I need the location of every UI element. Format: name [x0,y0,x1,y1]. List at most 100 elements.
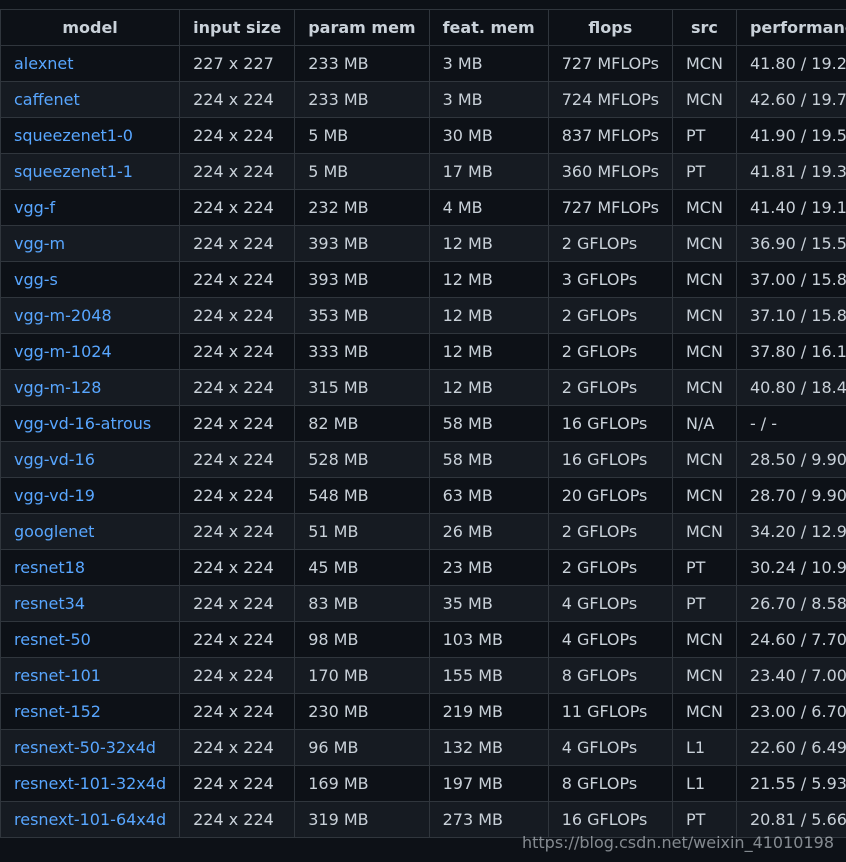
feat-mem-cell: 12 MB [428,261,549,298]
flops-cell: 2 GFLOPs [547,369,673,406]
flops-cell: 8 GFLOPs [547,765,673,802]
model-link[interactable]: resnet-101 [14,666,101,685]
performance-cell: 41.80 / 19.20 [735,45,846,82]
model-cell: vgg-s [0,261,181,298]
input-size-cell: 224 x 224 [179,405,296,442]
model-link[interactable]: vgg-m-128 [14,378,101,397]
table-row: caffenet 224 x 224 233 MB 3 MB 724 MFLOPs MCN… [0,81,846,118]
model-link[interactable]: resnext-101-64x4d [14,810,166,829]
model-cell: vgg-m [0,225,181,262]
model-link[interactable]: caffenet [14,90,80,109]
model-link[interactable]: vgg-vd-16-atrous [14,414,151,433]
feat-mem-cell: 3 MB [428,45,549,82]
performance-cell: - / - [735,405,846,442]
flops-cell: 2 GFLOPs [547,549,673,586]
flops-cell: 4 GFLOPs [547,585,673,622]
input-size-cell: 224 x 224 [179,369,296,406]
performance-cell: 26.70 / 8.58 [735,585,846,622]
watermark-text: https://blog.csdn.net/weixin_41010198 [521,833,834,852]
feat-mem-cell: 103 MB [428,621,549,658]
performance-cell: 30.24 / 10.92 [735,549,846,586]
param-mem-cell: 548 MB [294,477,430,514]
src-cell: MCN [671,621,737,658]
input-size-cell: 224 x 224 [179,225,296,262]
flops-cell: 837 MFLOPs [547,117,673,154]
model-cell: vgg-m-128 [0,369,181,406]
model-cell: resnext-101-32x4d [0,765,181,802]
model-link[interactable]: vgg-vd-19 [14,486,95,505]
input-size-cell: 224 x 224 [179,189,296,226]
flops-cell: 2 GFLOPs [547,225,673,262]
model-cell: vgg-vd-16 [0,441,181,478]
column-header-performance: performance [735,9,846,46]
src-cell: PT [671,549,737,586]
feat-mem-cell: 12 MB [428,297,549,334]
model-link[interactable]: googlenet [14,522,94,541]
src-cell: MCN [671,693,737,730]
input-size-cell: 224 x 224 [179,621,296,658]
model-link[interactable]: vgg-m-1024 [14,342,112,361]
flops-cell: 11 GFLOPs [547,693,673,730]
src-cell: L1 [671,729,737,766]
param-mem-cell: 5 MB [294,117,430,154]
model-link[interactable]: vgg-s [14,270,58,289]
model-link[interactable]: resnet34 [14,594,85,613]
table-row: squeezenet1-1 224 x 224 5 MB 17 MB 360 MFLOP… [0,153,846,190]
column-header-feat-mem: feat. mem [428,9,549,46]
column-header-param-mem: param mem [294,9,430,46]
feat-mem-cell: 219 MB [428,693,549,730]
model-cell: squeezenet1-0 [0,117,181,154]
model-link[interactable]: vgg-m-2048 [14,306,112,325]
src-cell: MCN [671,513,737,550]
feat-mem-cell: 12 MB [428,333,549,370]
model-link[interactable]: squeezenet1-1 [14,162,133,181]
model-link[interactable]: resnext-101-32x4d [14,774,166,793]
performance-cell: 23.00 / 6.70 [735,693,846,730]
model-cell: vgg-f [0,189,181,226]
src-cell: MCN [671,297,737,334]
flops-cell: 8 GFLOPs [547,657,673,694]
input-size-cell: 224 x 224 [179,477,296,514]
src-cell: PT [671,153,737,190]
model-link[interactable]: vgg-m [14,234,65,253]
feat-mem-cell: 35 MB [428,585,549,622]
column-header-src: src [671,9,737,46]
model-link[interactable]: resnext-50-32x4d [14,738,156,757]
model-link[interactable]: vgg-f [14,198,55,217]
flops-cell: 16 GFLOPs [547,441,673,478]
model-cell: vgg-vd-16-atrous [0,405,181,442]
table-row: resnext-50-32x4d 224 x 224 96 MB 132 MB 4 GF… [0,729,846,766]
model-cell: googlenet [0,513,181,550]
table-row: resnet34 224 x 224 83 MB 35 MB 4 GFLOPs PT 26.… [0,585,846,622]
model-cell: vgg-m-2048 [0,297,181,334]
flops-cell: 4 GFLOPs [547,729,673,766]
performance-cell: 37.10 / 15.80 [735,297,846,334]
model-link[interactable]: alexnet [14,54,74,73]
model-cell: caffenet [0,81,181,118]
feat-mem-cell: 23 MB [428,549,549,586]
table-row: squeezenet1-0 224 x 224 5 MB 30 MB 837 MFLOP… [0,117,846,154]
model-link[interactable]: resnet18 [14,558,85,577]
src-cell: MCN [671,189,737,226]
param-mem-cell: 353 MB [294,297,430,334]
model-cell: resnet-101 [0,657,181,694]
model-link[interactable]: squeezenet1-0 [14,126,133,145]
performance-cell: 24.60 / 7.70 [735,621,846,658]
table-row: vgg-m 224 x 224 393 MB 12 MB 2 GFLOPs MCN 36.9… [0,225,846,262]
feat-mem-cell: 26 MB [428,513,549,550]
flops-cell: 20 GFLOPs [547,477,673,514]
model-link[interactable]: resnet-152 [14,702,101,721]
table-row: resnet-50 224 x 224 98 MB 103 MB 4 GFLOPs MCN… [0,621,846,658]
input-size-cell: 224 x 224 [179,333,296,370]
performance-cell: 41.40 / 19.10 [735,189,846,226]
feat-mem-cell: 3 MB [428,81,549,118]
param-mem-cell: 319 MB [294,801,430,838]
param-mem-cell: 96 MB [294,729,430,766]
param-mem-cell: 333 MB [294,333,430,370]
src-cell: MCN [671,225,737,262]
feat-mem-cell: 30 MB [428,117,549,154]
column-header-model: model [0,9,181,46]
model-link[interactable]: resnet-50 [14,630,91,649]
model-link[interactable]: vgg-vd-16 [14,450,95,469]
input-size-cell: 224 x 224 [179,513,296,550]
